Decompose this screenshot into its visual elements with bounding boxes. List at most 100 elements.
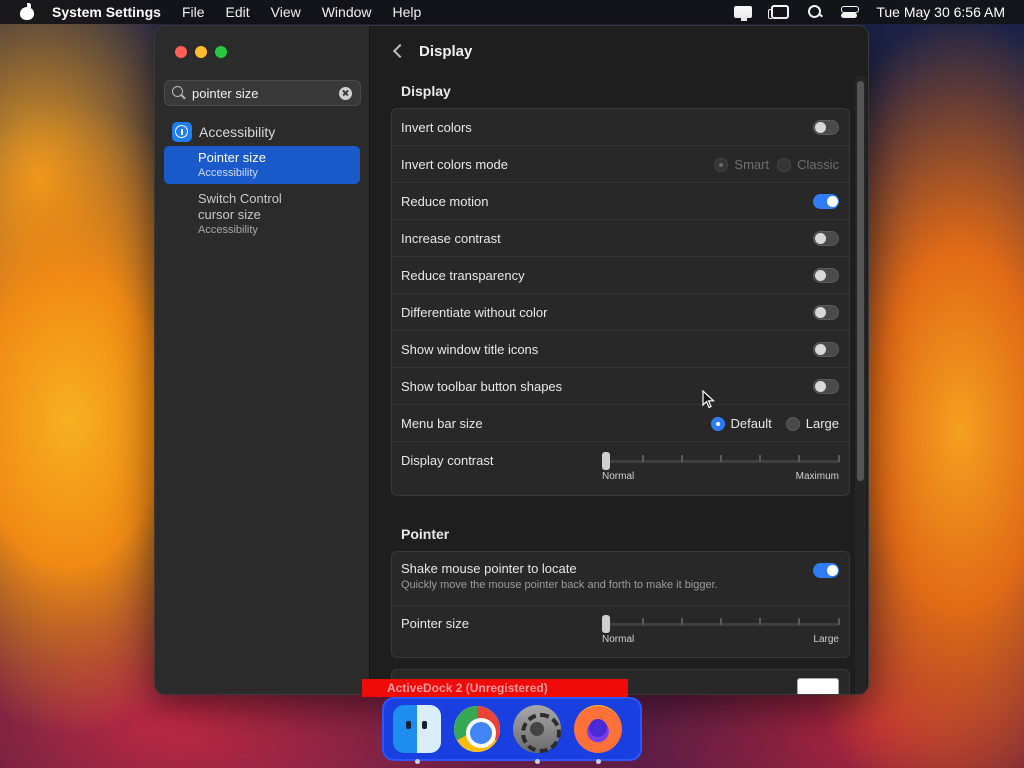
slider-tick: [838, 455, 840, 462]
toolbar-shapes-toggle[interactable]: [813, 379, 839, 394]
slider-max-label: Large: [813, 634, 839, 645]
display-contrast-slider[interactable]: Normal Maximum: [602, 452, 840, 482]
sidebar-result-pointer-size[interactable]: Pointer size Accessibility: [164, 146, 360, 184]
menu-bar-size-radio-group: Default Large: [710, 405, 839, 442]
row-invert-colors-mode: Invert colors mode Smart Classic: [392, 146, 849, 183]
slider-tick: [720, 455, 722, 462]
slider-tick: [642, 618, 644, 625]
radio-label: Large: [805, 416, 839, 431]
result-subtitle: Accessibility: [198, 167, 258, 179]
menu-view[interactable]: View: [271, 4, 301, 20]
radio-smart[interactable]: Smart: [714, 157, 769, 172]
menu-file[interactable]: File: [182, 4, 205, 20]
firefox-icon[interactable]: [574, 705, 622, 764]
finder-icon[interactable]: [393, 705, 441, 764]
sidebar-search[interactable]: [164, 80, 361, 106]
display-menu-icon[interactable]: [734, 6, 753, 21]
minimize-window-button[interactable]: [195, 46, 207, 58]
slider-track: [602, 615, 840, 633]
row-label: Increase contrast: [401, 230, 501, 246]
close-window-button[interactable]: [175, 46, 187, 58]
radio-indicator: [785, 416, 800, 431]
clear-search-icon[interactable]: [339, 86, 352, 100]
system-settings-icon[interactable]: [513, 705, 561, 764]
back-chevron-icon[interactable]: [392, 43, 408, 59]
menu-help[interactable]: Help: [393, 4, 422, 20]
scrollbar[interactable]: [857, 81, 864, 481]
slider-knob[interactable]: [602, 452, 610, 470]
color-well[interactable]: [797, 678, 839, 694]
row-label: Display contrast: [401, 453, 494, 468]
row-window-title-icons: Show window title icons: [392, 331, 849, 368]
slider-tick: [681, 618, 683, 625]
slider-tick: [759, 455, 761, 462]
slider-knob[interactable]: [602, 615, 610, 633]
radio-label: Default: [730, 416, 772, 431]
zoom-window-button[interactable]: [215, 46, 227, 58]
apple-menu-icon[interactable]: [20, 3, 34, 20]
stage-manager-icon[interactable]: [768, 5, 790, 19]
running-indicator: [596, 759, 601, 764]
slider-tick: [759, 618, 761, 625]
slider-min-label: Normal: [602, 634, 635, 645]
differentiate-toggle[interactable]: [813, 305, 839, 320]
menu-bar: System Settings File Edit View Window He…: [0, 0, 1024, 24]
search-icon: [172, 86, 186, 100]
menu-app-name[interactable]: System Settings: [52, 4, 161, 20]
row-reduce-motion: Reduce motion: [392, 183, 849, 220]
result-subtitle: Accessibility: [198, 224, 258, 236]
slider-tick: [798, 618, 800, 625]
sidebar-category-accessibility[interactable]: Accessibility: [172, 122, 275, 142]
pointer-size-slider[interactable]: Normal Large: [602, 615, 840, 645]
row-invert-colors: Invert colors: [392, 109, 849, 146]
section-title-display: Display: [401, 83, 451, 99]
slider-max-label: Maximum: [795, 471, 839, 482]
sidebar-result-switch-control[interactable]: Switch Control cursor size Accessibility: [164, 187, 360, 241]
toolbar: Display: [371, 26, 868, 76]
row-label: Reduce motion: [401, 193, 489, 209]
reduce-transparency-toggle[interactable]: [813, 268, 839, 283]
row-display-contrast: Display contrast Normal Maximum: [392, 442, 849, 495]
menu-clock[interactable]: Tue May 30 6:56 AM: [876, 4, 1005, 20]
pointer-settings-group: Shake mouse pointer to locate Quickly mo…: [391, 551, 850, 658]
window-title-icons-toggle[interactable]: [813, 342, 839, 357]
slider-tick: [681, 455, 683, 462]
invert-mode-radio-group: Smart Classic: [714, 146, 839, 183]
row-label: Menu bar size: [401, 415, 483, 431]
slider-tick: [720, 618, 722, 625]
activedock-banner: ActiveDock 2 (Unregistered): [362, 679, 628, 697]
spotlight-search-icon[interactable]: [808, 5, 822, 19]
radio-label: Classic: [797, 157, 839, 172]
result-title: Switch Control cursor size: [198, 191, 282, 222]
slider-tick: [642, 455, 644, 462]
radio-large[interactable]: Large: [785, 416, 839, 431]
page-title: Display: [419, 42, 473, 60]
menu-window[interactable]: Window: [322, 4, 372, 20]
accessibility-icon: [172, 122, 192, 142]
running-indicator: [535, 759, 540, 764]
slider-track: [602, 452, 840, 470]
radio-label: Smart: [734, 157, 770, 172]
row-label: Shake mouse pointer to locate: [401, 561, 577, 576]
main-pane: Display Display Invert colors Invert col…: [371, 26, 868, 694]
system-settings-window: Accessibility Pointer size Accessibility…: [154, 25, 869, 695]
chrome-icon[interactable]: [454, 706, 500, 752]
invert-colors-toggle[interactable]: [813, 120, 839, 135]
radio-indicator: [714, 157, 729, 172]
display-settings-group: Invert colors Invert colors mode Smart C…: [391, 108, 850, 496]
slider-labels: Normal Large: [602, 634, 839, 645]
radio-classic[interactable]: Classic: [777, 157, 839, 172]
increase-contrast-toggle[interactable]: [813, 231, 839, 246]
menu-edit[interactable]: Edit: [226, 4, 250, 20]
row-toolbar-button-shapes: Show toolbar button shapes: [392, 368, 849, 405]
search-input[interactable]: [192, 85, 332, 101]
row-label: Show toolbar button shapes: [401, 378, 563, 394]
window-controls: [175, 46, 227, 58]
control-center-icon[interactable]: [841, 5, 860, 19]
row-increase-contrast: Increase contrast: [392, 220, 849, 257]
reduce-motion-toggle[interactable]: [813, 194, 839, 209]
radio-default[interactable]: Default: [710, 416, 772, 431]
slider-tick: [798, 455, 800, 462]
slider-labels: Normal Maximum: [602, 471, 839, 482]
shake-to-locate-toggle[interactable]: [813, 563, 839, 578]
